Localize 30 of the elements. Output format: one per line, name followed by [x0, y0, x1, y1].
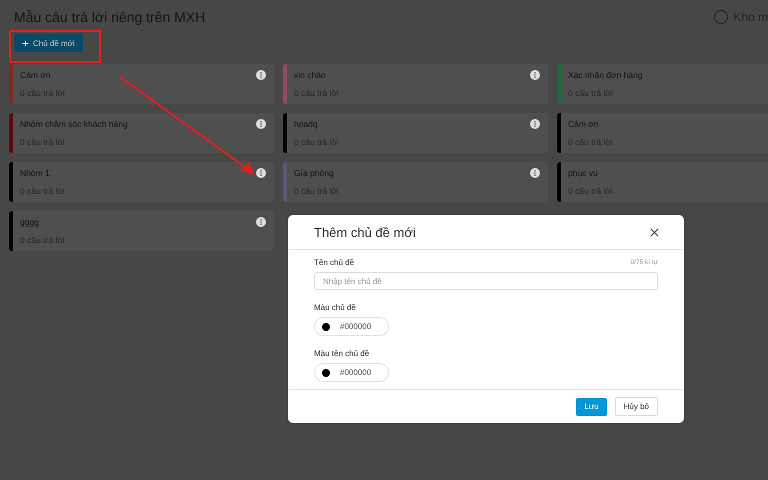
field-label: Màu tên chủ đề [314, 349, 370, 358]
more-icon[interactable] [530, 168, 540, 178]
plus-icon [22, 40, 29, 46]
topic-name: gggg [20, 217, 40, 227]
topic-name: Xác nhận đơn hàng [568, 70, 643, 80]
color-picker[interactable]: #000000 [314, 317, 389, 336]
more-icon[interactable] [530, 119, 540, 129]
more-icon[interactable] [256, 70, 266, 80]
more-icon[interactable] [530, 70, 540, 80]
color-picker[interactable]: #000000 [314, 363, 389, 382]
dialog-title: Thêm chủ đề mới [314, 224, 416, 240]
more-icon[interactable] [256, 119, 266, 129]
topic-name: Gía phòng [294, 168, 335, 178]
new-topic-button[interactable]: Chủ đề mới [14, 34, 83, 52]
cancel-button[interactable]: Hủy bỏ [614, 397, 658, 416]
more-icon[interactable] [256, 168, 266, 178]
more-icon[interactable] [256, 217, 266, 227]
save-button[interactable]: Lưu [576, 398, 607, 416]
topic-name: Cảm ơn [568, 119, 600, 129]
topic-name: phục vụ [568, 168, 599, 178]
topic-name-input[interactable]: Nhập tên chủ đề [314, 272, 658, 290]
topic-name: Nhóm chăm sóc khách hàng [20, 119, 128, 129]
topic-name: hoadq [294, 119, 319, 129]
topic-name: xin chào [294, 70, 327, 80]
topic-name: Cảm ơn [20, 70, 52, 80]
field-label: Tên chủ đề [314, 258, 354, 267]
close-icon[interactable] [650, 228, 659, 236]
field-label: Màu chủ đề [314, 303, 356, 312]
topic-name: Nhóm 1 [20, 168, 51, 178]
circle-icon [714, 10, 728, 24]
